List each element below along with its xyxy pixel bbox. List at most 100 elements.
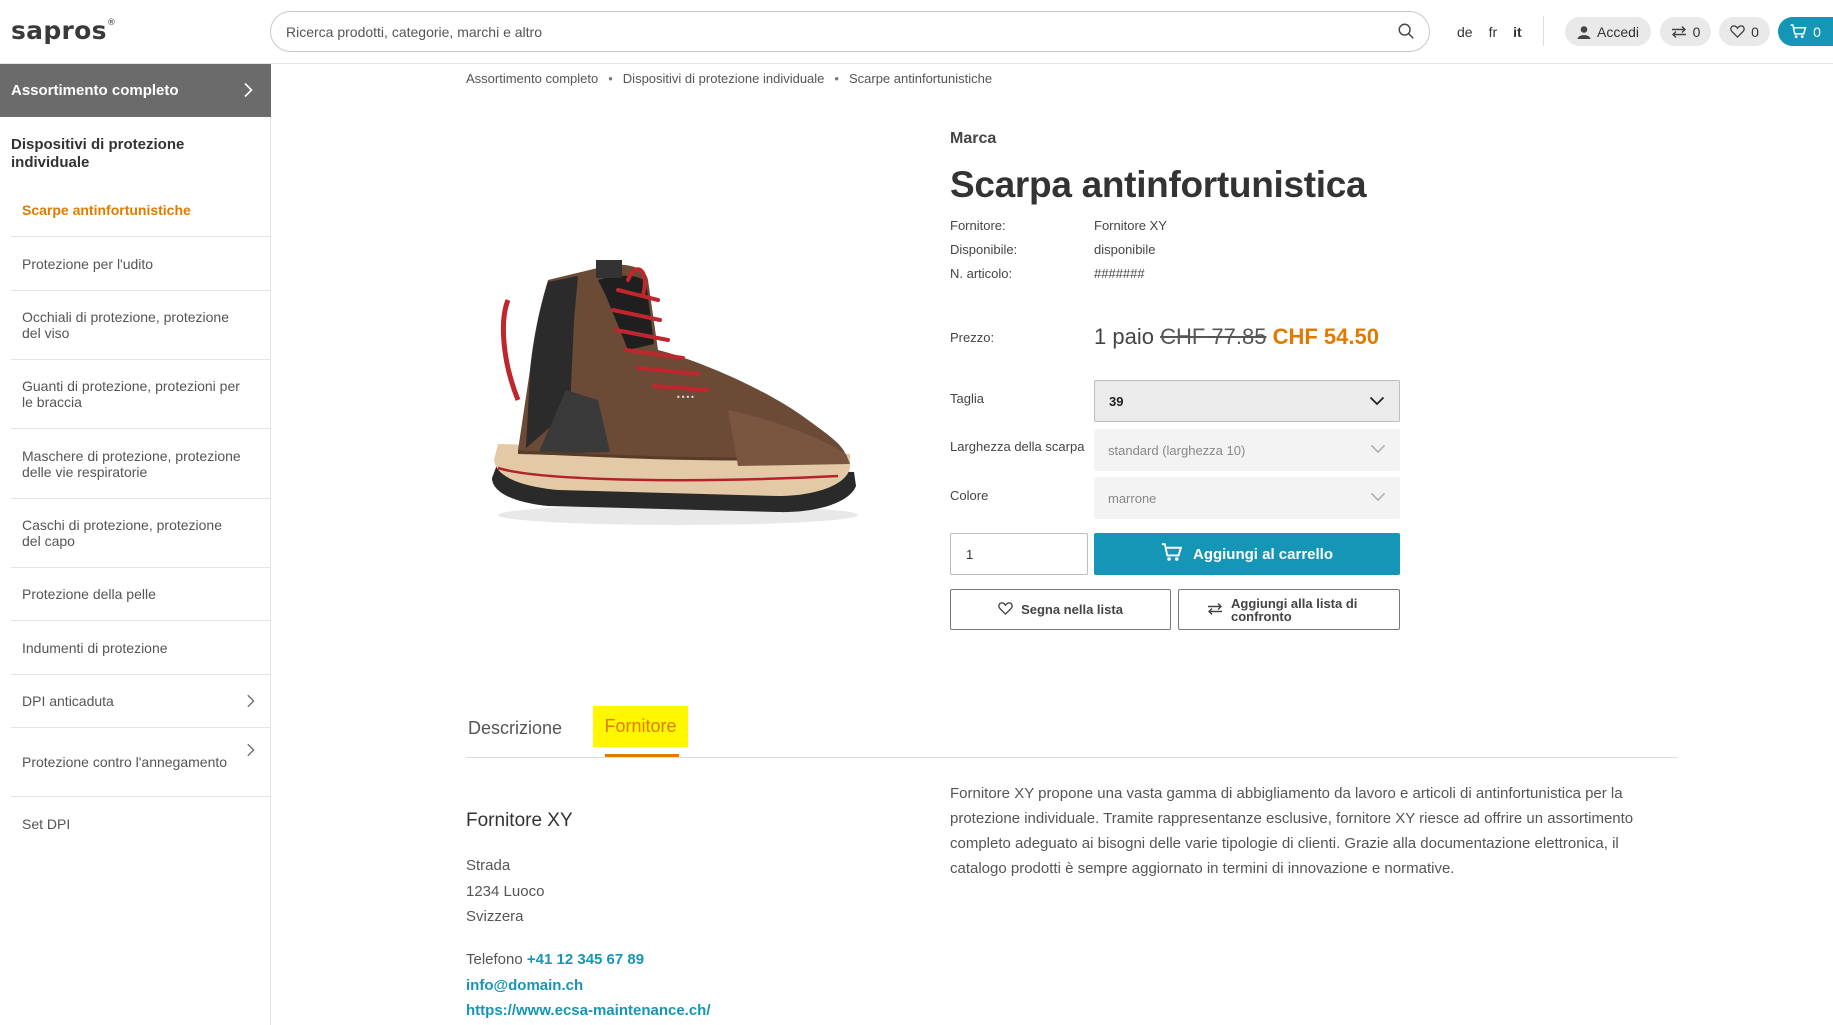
add-to-cart-label: Aggiungi al carrello xyxy=(1192,545,1334,563)
lang-it[interactable]: it xyxy=(1513,24,1522,40)
article-row: N. articolo: ####### xyxy=(950,266,1145,281)
add-to-compare-button[interactable]: Aggiungi alla lista di confronto xyxy=(1178,589,1400,630)
add-to-cart-button[interactable]: Aggiungi al carrello xyxy=(1094,533,1400,575)
chevron-down-icon xyxy=(1370,442,1386,457)
sidebar-item-label: Maschere di protezione, protezione delle… xyxy=(22,447,241,480)
breadcrumb-separator: • xyxy=(834,71,839,86)
wishlist-label: Segna nella lista xyxy=(1021,602,1123,617)
sidebar-item-gloves[interactable]: Guanti di protezione, protezioni per le … xyxy=(11,360,271,429)
sidebar-item-label: Protezione contro l'annegamento xyxy=(22,754,228,770)
sidebar-item-drowning[interactable]: Protezione contro l'annegamento xyxy=(11,728,271,797)
wishlist-count: 0 xyxy=(1751,23,1759,40)
sidebar-item-label: DPI anticaduta xyxy=(22,693,114,709)
email-link[interactable]: info@domain.ch xyxy=(466,977,583,994)
heart-icon xyxy=(998,601,1013,618)
sidebar-item-label: Set DPI xyxy=(22,815,71,832)
price-label: Prezzo: xyxy=(950,330,995,345)
sidebar-item-helmets[interactable]: Caschi di protezione, protezione del cap… xyxy=(11,499,271,568)
chevron-down-icon xyxy=(1370,490,1386,505)
sidebar-item-fall-protection[interactable]: DPI anticaduta xyxy=(11,675,271,728)
sidebar-item-hearing[interactable]: Protezione per l'udito xyxy=(11,237,271,291)
login-button[interactable]: Accedi xyxy=(1565,17,1651,46)
availability-row: Disponibile: disponibile xyxy=(950,242,1155,257)
cart-button[interactable]: 0 xyxy=(1778,17,1833,46)
width-label: Larghezza della scarpa xyxy=(950,439,1085,454)
sidebar-item-label: Protezione della pelle xyxy=(22,586,156,602)
active-tab-indicator xyxy=(605,754,679,757)
width-value: standard (larghezza 10) xyxy=(1108,442,1246,458)
sidebar-item-dpi-set[interactable]: Set DPI xyxy=(11,797,271,850)
search-icon[interactable] xyxy=(1397,22,1417,42)
lang-fr[interactable]: fr xyxy=(1489,24,1498,40)
supplier-description: Fornitore XY propone una vasta gamma di … xyxy=(950,785,1634,877)
supplier-phone-row: Telefono +41 12 345 67 89 xyxy=(466,951,644,968)
price: 1 paio CHF 77.85 CHF 54.50 xyxy=(1094,324,1379,350)
login-label: Accedi xyxy=(1596,23,1640,40)
svg-text:••••: •••• xyxy=(676,393,695,402)
size-label: Taglia xyxy=(950,391,984,406)
phone-label: Telefono xyxy=(466,951,523,968)
search-input[interactable] xyxy=(286,21,1366,43)
logo-text: sapros xyxy=(11,16,107,45)
phone-link[interactable]: +41 12 345 67 89 xyxy=(527,951,644,968)
supplier-name: Fornitore XY xyxy=(466,810,573,831)
sidebar-list: Scarpe antinfortunistiche Protezione per… xyxy=(11,183,271,850)
compare-icon xyxy=(1671,25,1687,39)
sidebar-section-title[interactable]: Dispositivi di protezione individuale xyxy=(11,136,241,172)
cart-icon xyxy=(1790,24,1807,39)
supplier-street: Strada xyxy=(466,857,511,874)
sidebar-item-label: Protezione per l'udito xyxy=(22,255,154,272)
sidebar-item-safety-shoes[interactable]: Scarpe antinfortunistiche xyxy=(11,183,271,237)
tab-description[interactable]: Descrizione xyxy=(468,718,562,739)
lang-de[interactable]: de xyxy=(1457,24,1473,40)
add-to-wishlist-button[interactable]: Segna nella lista xyxy=(950,589,1171,630)
color-value: marrone xyxy=(1108,490,1157,506)
product-image[interactable]: •••• xyxy=(478,240,878,540)
compare-count: 0 xyxy=(1692,23,1701,40)
supplier-row: Fornitore: Fornitore XY xyxy=(950,218,1167,233)
compare-icon xyxy=(1207,602,1223,618)
breadcrumb-item[interactable]: Scarpe antinfortunistiche xyxy=(849,71,992,86)
search-bar xyxy=(270,11,1430,52)
article-label: N. articolo: xyxy=(950,266,1013,281)
size-value: 39 xyxy=(1109,393,1124,409)
price-old: CHF 77.85 xyxy=(1160,324,1267,349)
chevron-right-icon xyxy=(246,693,255,712)
sidebar-item-eye-face[interactable]: Occhiali di protezione, protezione del v… xyxy=(11,291,271,360)
breadcrumb-item[interactable]: Dispositivi di protezione individuale xyxy=(623,71,825,86)
product-brand: Marca xyxy=(950,130,997,147)
supplier-city: 1234 Luoco xyxy=(466,883,545,900)
tab-supplier[interactable]: Fornitore xyxy=(593,706,688,747)
chevron-right-icon xyxy=(243,82,253,102)
availability-label: Disponibile: xyxy=(950,242,1018,257)
sidebar-all-products[interactable]: Assortimento completo xyxy=(0,64,271,117)
color-select[interactable]: marrone xyxy=(1094,477,1400,519)
logo[interactable]: sapros® xyxy=(11,16,116,45)
language-switcher: de fr it xyxy=(1457,24,1538,40)
sidebar-header-label: Assortimento completo xyxy=(11,82,179,99)
header-divider xyxy=(1543,16,1544,46)
sidebar-item-masks[interactable]: Maschere di protezione, protezione delle… xyxy=(11,429,271,499)
breadcrumb-item[interactable]: Assortimento completo xyxy=(466,71,598,86)
supplier-value: Fornitore XY xyxy=(1094,218,1167,233)
website-link[interactable]: https://www.ecsa-maintenance.ch/ xyxy=(466,1002,711,1019)
product-title: Scarpa antinfortunistica xyxy=(950,164,1367,205)
sidebar-item-label: Indumenti di protezione xyxy=(22,639,168,656)
breadcrumb-separator: • xyxy=(608,71,613,86)
sidebar-item-clothing[interactable]: Indumenti di protezione xyxy=(11,621,271,675)
article-value: ####### xyxy=(1094,266,1145,281)
cart-icon xyxy=(1161,542,1183,566)
price-unit: 1 paio xyxy=(1094,324,1154,349)
sidebar-item-label: Occhiali di protezione, protezione del v… xyxy=(22,309,230,341)
quantity-input[interactable] xyxy=(950,533,1088,575)
chevron-down-icon xyxy=(1369,394,1385,409)
wishlist-button[interactable]: 0 xyxy=(1719,17,1770,46)
compare-button[interactable]: 0 xyxy=(1660,17,1711,46)
breadcrumb: Assortimento completo • Dispositivi di pro… xyxy=(466,71,992,86)
sidebar-item-skin[interactable]: Protezione della pelle xyxy=(11,568,271,621)
width-select[interactable]: standard (larghezza 10) xyxy=(1094,429,1400,471)
compare-label: Aggiungi alla lista di confronto xyxy=(1231,595,1358,624)
supplier-country: Svizzera xyxy=(466,908,524,925)
logo-mark: ® xyxy=(106,18,117,28)
size-select[interactable]: 39 xyxy=(1094,380,1400,422)
